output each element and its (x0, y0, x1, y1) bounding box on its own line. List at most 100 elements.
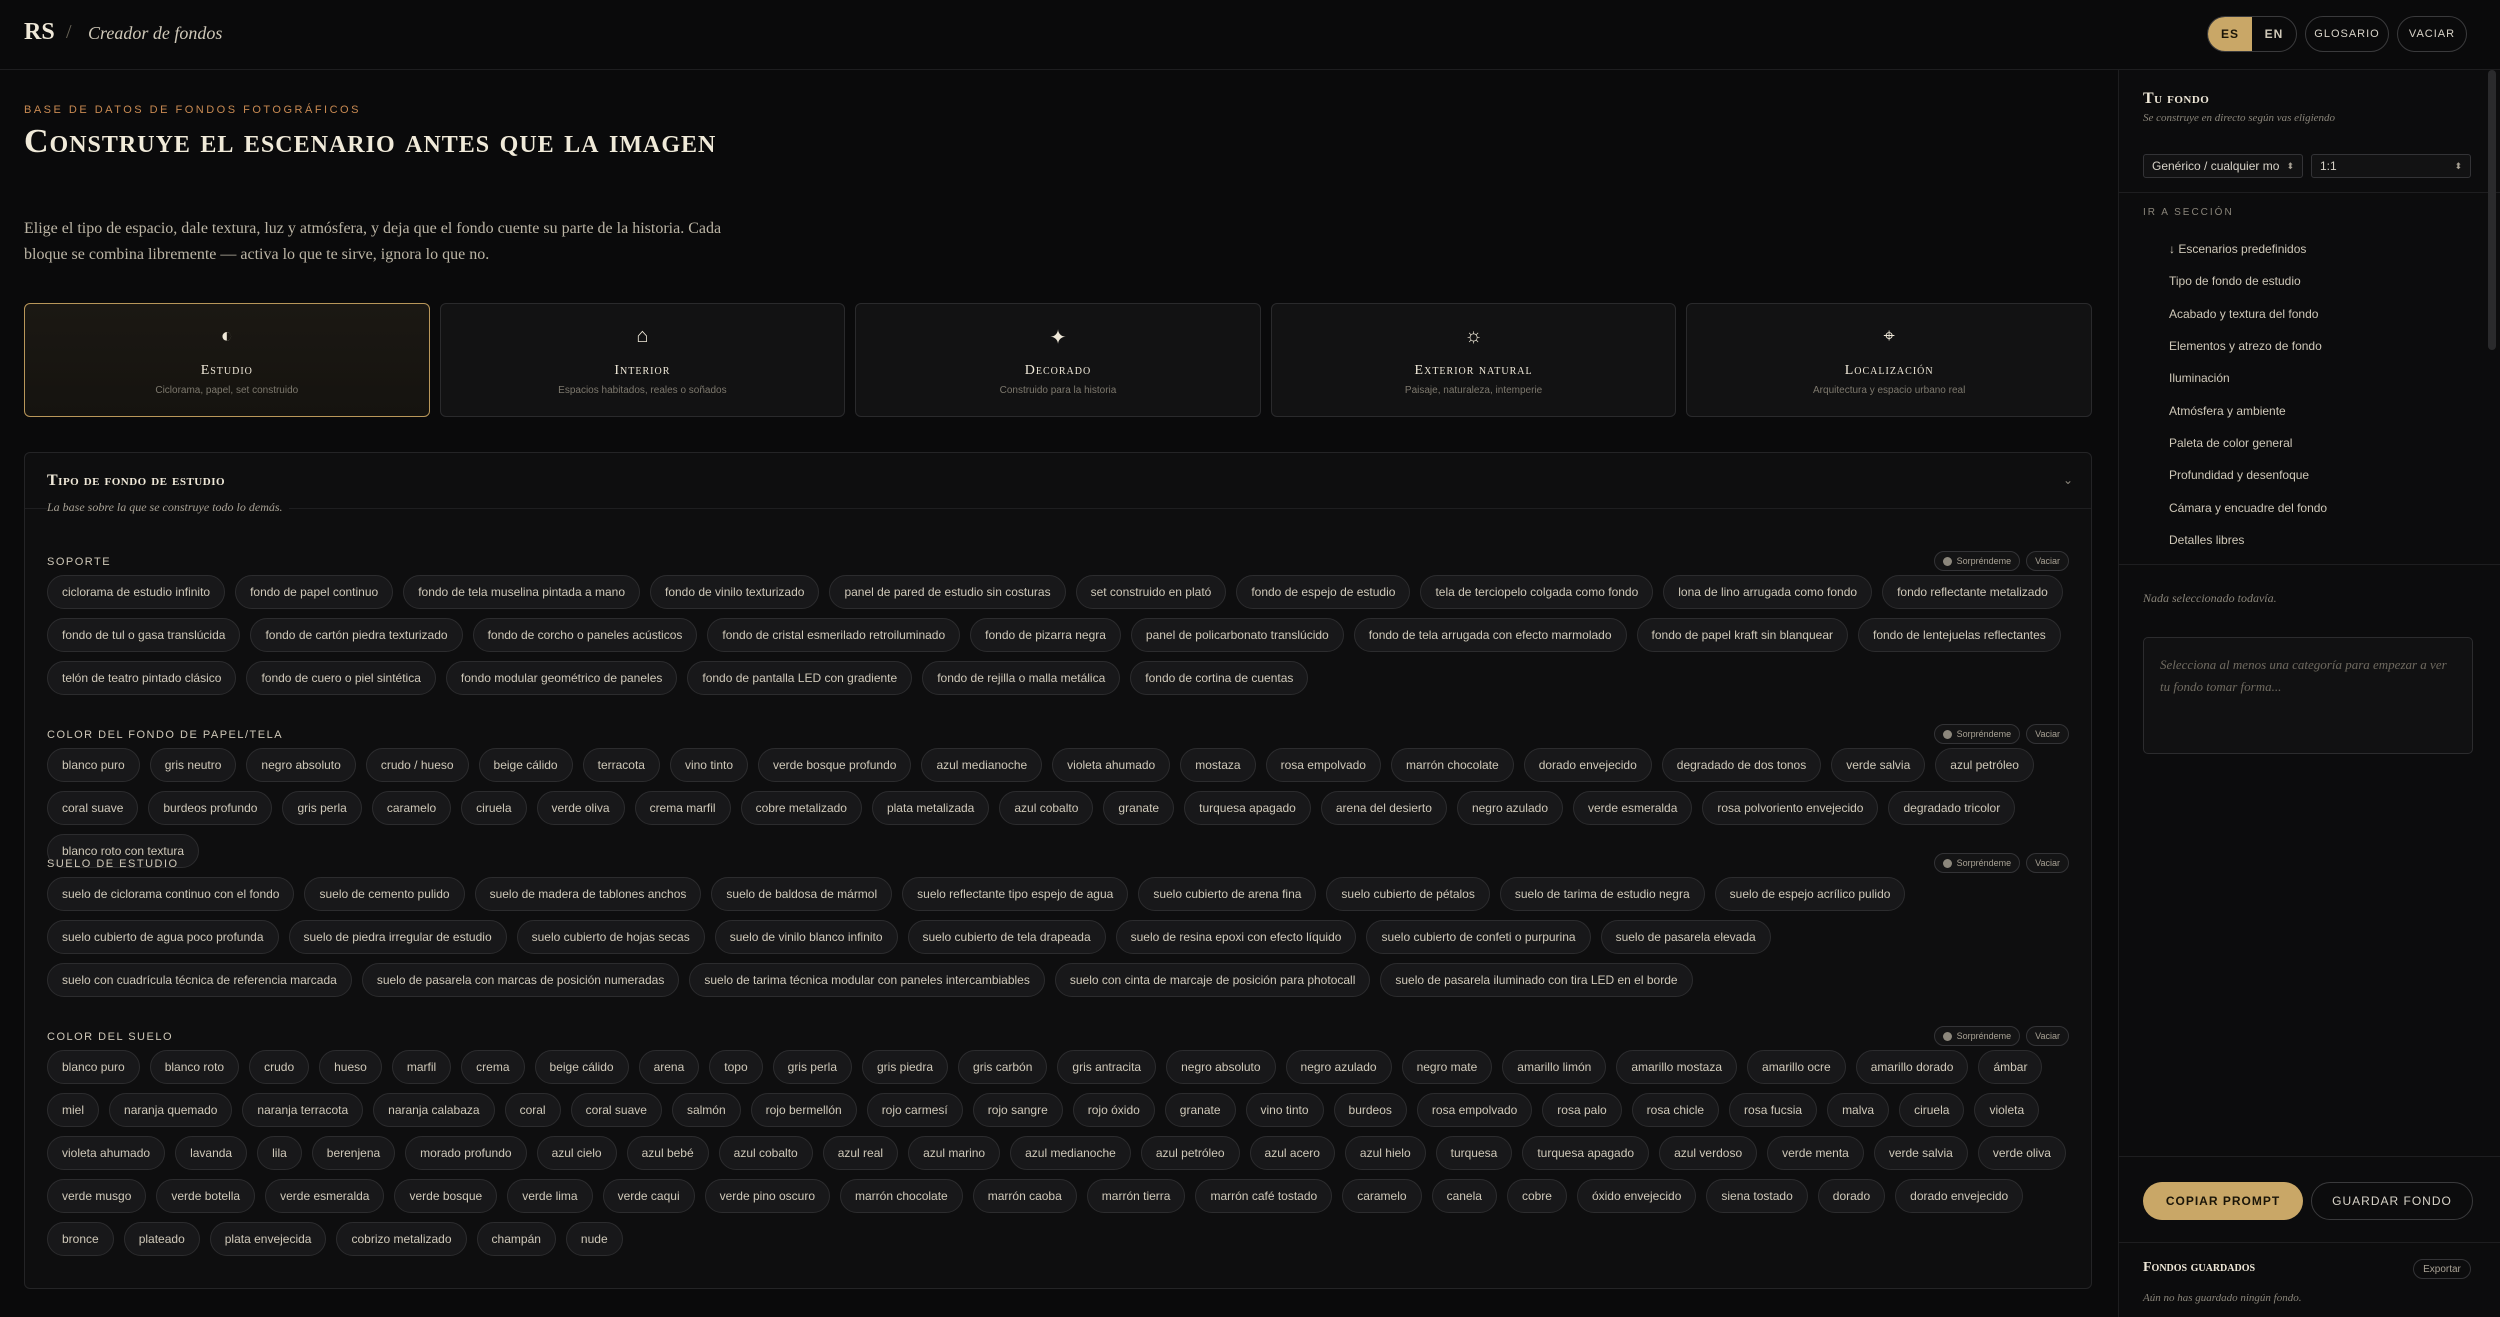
surprise-button[interactable]: Sorpréndeme (1933, 853, 2021, 873)
option-chip[interactable]: amarillo limón (1502, 1050, 1607, 1084)
option-chip[interactable]: ciclorama de estudio infinito (47, 575, 226, 609)
category-card-estudio[interactable]: ◐ Estudio Ciclorama, papel, set construido (24, 303, 430, 417)
option-chip[interactable]: hueso (319, 1050, 382, 1084)
option-chip[interactable]: marfil (391, 1050, 452, 1084)
option-chip[interactable]: verde salvia (1873, 1136, 1968, 1170)
option-chip[interactable]: cobrizo metalizado (336, 1222, 467, 1256)
option-chip[interactable]: suelo de pasarela iluminado con tira LED… (1380, 963, 1693, 997)
option-chip[interactable]: suelo de madera de tablones anchos (474, 877, 702, 911)
option-chip[interactable]: dorado envejecido (1523, 748, 1652, 782)
option-chip[interactable]: verde esmeralda (1573, 791, 1693, 825)
option-chip[interactable]: caramelo (371, 791, 452, 825)
section-nav-item[interactable]: Tipo de fondo de estudio (2169, 265, 2469, 297)
option-chip[interactable]: verde lima (507, 1179, 593, 1213)
option-chip[interactable]: fondo de corcho o paneles acústicos (472, 618, 698, 652)
surprise-button[interactable]: Sorpréndeme (1933, 1026, 2021, 1046)
option-chip[interactable]: suelo con cinta de marcaje de posición p… (1054, 963, 1371, 997)
option-chip[interactable]: dorado (1817, 1179, 1886, 1213)
option-chip[interactable]: morado profundo (405, 1136, 527, 1170)
option-chip[interactable]: negro azulado (1285, 1050, 1392, 1084)
option-chip[interactable]: suelo cubierto de pétalos (1326, 877, 1490, 911)
option-chip[interactable]: turquesa apagado (1522, 1136, 1650, 1170)
section-nav-item[interactable]: ↓ Escenarios predefinidos (2169, 233, 2469, 265)
option-chip[interactable]: burdeos profundo (148, 791, 273, 825)
option-chip[interactable]: gris perla (282, 791, 362, 825)
option-chip[interactable]: suelo de vinilo blanco infinito (714, 920, 898, 954)
option-chip[interactable]: rojo óxido (1072, 1093, 1155, 1127)
option-chip[interactable]: negro absoluto (246, 748, 356, 782)
option-chip[interactable]: óxido envejecido (1576, 1179, 1697, 1213)
option-chip[interactable]: blanco roto (149, 1050, 240, 1084)
option-chip[interactable]: negro absoluto (1166, 1050, 1276, 1084)
option-chip[interactable]: azul acero (1249, 1136, 1335, 1170)
option-chip[interactable]: gris perla (772, 1050, 852, 1084)
option-chip[interactable]: suelo de espejo acrílico pulido (1714, 877, 1906, 911)
section-nav-item[interactable]: Paleta de color general (2169, 427, 2469, 459)
option-chip[interactable]: suelo cubierto de confeti o purpurina (1366, 920, 1591, 954)
option-chip[interactable]: rosa empolvado (1265, 748, 1381, 782)
option-chip[interactable]: panel de policarbonato translúcido (1130, 618, 1344, 652)
option-chip[interactable]: fondo de lentejuelas reflectantes (1858, 618, 2061, 652)
clear-group-button[interactable]: Vaciar (2026, 1026, 2069, 1046)
option-chip[interactable]: plata envejecida (209, 1222, 327, 1256)
section-nav-item[interactable]: Profundidad y desenfoque (2169, 459, 2469, 491)
glossary-button[interactable]: GLOSARIO (2305, 16, 2389, 52)
option-chip[interactable]: suelo de piedra irregular de estudio (288, 920, 507, 954)
option-chip[interactable]: miel (47, 1093, 100, 1127)
option-chip[interactable]: champán (476, 1222, 556, 1256)
option-chip[interactable]: vino tinto (669, 748, 748, 782)
option-chip[interactable]: marrón chocolate (1390, 748, 1514, 782)
option-chip[interactable]: verde oliva (536, 791, 625, 825)
option-chip[interactable]: gris neutro (149, 748, 237, 782)
option-chip[interactable]: rojo sangre (972, 1093, 1063, 1127)
clear-all-button[interactable]: VACIAR (2397, 16, 2467, 52)
option-chip[interactable]: fondo de papel continuo (235, 575, 394, 609)
option-chip[interactable]: verde caqui (602, 1179, 695, 1213)
copy-prompt-button[interactable]: COPIAR PROMPT (2143, 1182, 2303, 1220)
option-chip[interactable]: suelo de baldosa de mármol (711, 877, 893, 911)
option-chip[interactable]: crema (461, 1050, 525, 1084)
option-chip[interactable]: tela de terciopelo colgada como fondo (1420, 575, 1654, 609)
option-chip[interactable]: fondo de pantalla LED con gradiente (687, 661, 913, 695)
model-select[interactable]: Genérico / cualquier mo ⬍ (2143, 154, 2303, 178)
option-chip[interactable]: blanco puro (47, 1050, 140, 1084)
option-chip[interactable]: azul real (822, 1136, 899, 1170)
section-nav-item[interactable]: Cámara y encuadre del fondo (2169, 491, 2469, 523)
option-chip[interactable]: verde oliva (1977, 1136, 2066, 1170)
option-chip[interactable]: azul cobalto (999, 791, 1094, 825)
option-chip[interactable]: gris piedra (862, 1050, 949, 1084)
option-chip[interactable]: marrón chocolate (840, 1179, 963, 1213)
option-chip[interactable]: suelo de cemento pulido (304, 877, 465, 911)
section-nav-item[interactable]: Acabado y textura del fondo (2169, 298, 2469, 330)
option-chip[interactable]: mostaza (1180, 748, 1256, 782)
option-chip[interactable]: fondo modular geométrico de paneles (445, 661, 678, 695)
option-chip[interactable]: rosa empolvado (1416, 1093, 1533, 1127)
option-chip[interactable]: suelo de tarima de estudio negra (1499, 877, 1705, 911)
option-chip[interactable]: arena del desierto (1320, 791, 1447, 825)
option-chip[interactable]: panel de pared de estudio sin costuras (829, 575, 1066, 609)
option-chip[interactable]: suelo cubierto de agua poco profunda (47, 920, 279, 954)
clear-group-button[interactable]: Vaciar (2026, 551, 2069, 571)
option-chip[interactable]: coral suave (47, 791, 139, 825)
panel-header[interactable]: Tipo de fondo de estudio ⌄ (25, 453, 2091, 509)
option-chip[interactable]: berenjena (311, 1136, 396, 1170)
option-chip[interactable]: amarillo mostaza (1616, 1050, 1738, 1084)
option-chip[interactable]: lavanda (175, 1136, 248, 1170)
option-chip[interactable]: arena (638, 1050, 700, 1084)
clear-group-button[interactable]: Vaciar (2026, 724, 2069, 744)
option-chip[interactable]: marrón caoba (972, 1179, 1077, 1213)
option-chip[interactable]: crudo / hueso (365, 748, 469, 782)
option-chip[interactable]: azul petróleo (1935, 748, 2034, 782)
option-chip[interactable]: verde pino oscuro (704, 1179, 831, 1213)
option-chip[interactable]: azul cielo (536, 1136, 617, 1170)
option-chip[interactable]: fondo de espejo de estudio (1236, 575, 1411, 609)
option-chip[interactable]: gris carbón (958, 1050, 1048, 1084)
option-chip[interactable]: ciruela (461, 791, 527, 825)
option-chip[interactable]: ciruela (1899, 1093, 1965, 1127)
option-chip[interactable]: amarillo dorado (1855, 1050, 1969, 1084)
option-chip[interactable]: beige cálido (478, 748, 573, 782)
option-chip[interactable]: degradado tricolor (1888, 791, 2016, 825)
option-chip[interactable]: suelo con cuadrícula técnica de referenc… (47, 963, 352, 997)
option-chip[interactable]: dorado envejecido (1895, 1179, 2024, 1213)
option-chip[interactable]: verde bosque (394, 1179, 498, 1213)
